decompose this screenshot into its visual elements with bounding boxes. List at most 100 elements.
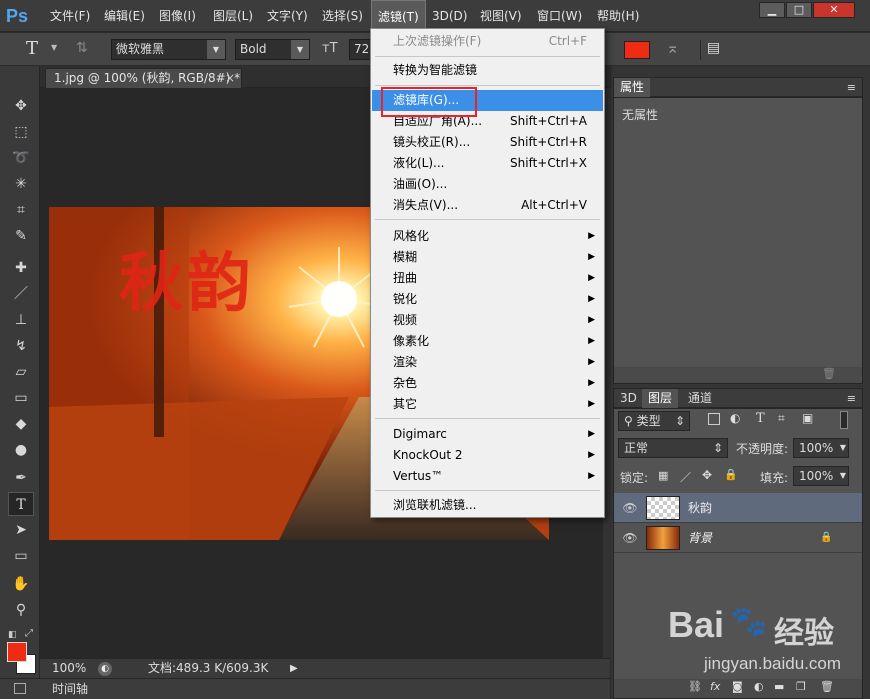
layer-name[interactable]: 秋韵 [688, 493, 712, 523]
close-tab-icon[interactable]: × [225, 69, 235, 88]
blend-mode-value: 正常 [624, 441, 649, 455]
panel-menu-icon[interactable]: ≡ [847, 78, 856, 97]
trash-icon[interactable]: 🗑 [822, 367, 836, 380]
filter-shape-icon[interactable]: ⌗ [778, 411, 785, 426]
type-tool-icon[interactable]: T [8, 492, 34, 516]
menu-item-blur[interactable]: 模糊 ▶ [372, 247, 603, 268]
minimize-button[interactable]: ▁ [759, 2, 785, 18]
timeline-tab[interactable]: 时间轴 [52, 679, 88, 699]
eraser-tool-icon[interactable]: ▱ [8, 360, 34, 384]
close-window-button[interactable]: ✕ [813, 2, 855, 18]
marquee-tool-icon[interactable]: ⬚ [8, 120, 34, 144]
menu-type[interactable]: 文字(Y) [267, 0, 308, 32]
filter-adjustment-icon[interactable]: ◐ [730, 411, 740, 425]
menu-item-last-filter[interactable]: 上次滤镜操作(F) Ctrl+F [372, 31, 603, 52]
lock-transparent-icon[interactable]: ▦ [658, 469, 668, 482]
foreground-color-swatch[interactable] [7, 642, 27, 662]
blend-mode-select[interactable]: 正常 ⇕ [618, 438, 728, 458]
visibility-eye-icon[interactable]: 👁 [622, 523, 638, 553]
dodge-tool-icon[interactable]: ● [8, 438, 34, 462]
menu-item-vertus[interactable]: Vertus™ ▶ [372, 466, 603, 487]
menu-layer[interactable]: 图层(L) [213, 0, 253, 32]
menu-item-pixelate[interactable]: 像素化 ▶ [372, 331, 603, 352]
warp-text-icon[interactable]: ⌅ [666, 38, 679, 57]
visibility-eye-icon[interactable]: 👁 [622, 493, 638, 523]
layer-row-text[interactable]: 👁 秋韵 [614, 493, 862, 523]
menu-item-render[interactable]: 渲染 ▶ [372, 352, 603, 373]
menu-item-noise[interactable]: 杂色 ▶ [372, 373, 603, 394]
menu-item-other[interactable]: 其它 ▶ [372, 394, 603, 415]
filter-smart-object-icon[interactable]: ▣ [802, 411, 813, 425]
tab-layers[interactable]: 图层 [642, 389, 679, 408]
rectangle-tool-icon[interactable]: ▭ [8, 544, 34, 568]
history-brush-tool-icon[interactable]: ↯ [8, 334, 34, 358]
document-tab[interactable]: 1.jpg @ 100% (秋韵, RGB/8#) * × [45, 68, 242, 88]
submenu-arrow-icon: ▶ [588, 399, 595, 409]
healing-brush-tool-icon[interactable]: ✚ [8, 256, 34, 280]
tab-3d[interactable]: 3D [614, 389, 643, 408]
font-style-select[interactable]: Bold ▼ [235, 39, 310, 60]
tab-channels[interactable]: 通道 [682, 389, 718, 408]
menu-file[interactable]: 文件(F) [50, 0, 90, 32]
zoom-level[interactable]: 100% [52, 659, 86, 678]
font-family-select[interactable]: 微软雅黑 ▼ [111, 39, 226, 60]
fill-field[interactable]: 100% ▼ [793, 466, 849, 486]
swap-colors-icon[interactable]: ⤢ [25, 628, 33, 639]
pen-tool-icon[interactable]: ✒ [8, 466, 34, 490]
layer-filter-select[interactable]: ⚲ 类型 ⇕ [618, 411, 690, 431]
lasso-tool-icon[interactable]: ➰ [8, 146, 34, 170]
menu-item-lens-correction[interactable]: 镜头校正(R)... Shift+Ctrl+R [372, 132, 603, 153]
menu-item-label: 浏览联机滤镜... [393, 498, 477, 512]
menu-item-liquify[interactable]: 液化(L)... Shift+Ctrl+X [372, 153, 603, 174]
character-panel-icon[interactable]: ▤ [700, 40, 726, 60]
menu-image[interactable]: 图像(I) [159, 0, 196, 32]
filter-toggle-switch[interactable] [840, 411, 848, 429]
tab-properties[interactable]: 属性 [614, 78, 651, 97]
clone-stamp-tool-icon[interactable]: ⊥ [8, 308, 34, 332]
eyedropper-tool-icon[interactable]: ✎ [8, 224, 34, 248]
timeline-panel-bar[interactable]: 时间轴 [0, 678, 610, 699]
lock-all-icon[interactable]: 🔒 [724, 468, 738, 481]
lock-image-icon[interactable]: ／ [680, 469, 691, 485]
toggle-orientation-icon[interactable]: ⇅ [76, 40, 88, 56]
menu-select[interactable]: 选择(S) [322, 0, 363, 32]
menu-item-label: 模糊 [393, 250, 418, 264]
hand-tool-icon[interactable]: ✋ [8, 572, 34, 596]
text-color-swatch[interactable] [624, 41, 650, 59]
type-tool-icon[interactable]: T [26, 38, 38, 59]
tool-preset-arrow-icon[interactable]: ▼ [51, 43, 57, 52]
layer-row-background[interactable]: 👁 背景 🔒 [614, 523, 862, 553]
menu-item-digimarc[interactable]: Digimarc ▶ [372, 424, 603, 445]
menu-item-label: 液化(L)... [393, 156, 445, 170]
default-colors-icon[interactable]: ◧ [8, 630, 17, 640]
layer-name[interactable]: 背景 [688, 523, 712, 553]
menu-item-distort[interactable]: 扭曲 ▶ [372, 268, 603, 289]
menu-item-video[interactable]: 视频 ▶ [372, 310, 603, 331]
menu-item-convert-smart-filter[interactable]: 转换为智能滤镜 [372, 60, 603, 81]
lock-position-icon[interactable]: ✥ [702, 468, 712, 482]
menu-item-vanishing-point[interactable]: 消失点(V)... Alt+Ctrl+V [372, 195, 603, 216]
blur-tool-icon[interactable]: ◆ [8, 412, 34, 436]
move-tool-icon[interactable]: ✥ [8, 94, 34, 118]
screen-mode-icon[interactable] [14, 683, 26, 694]
crop-tool-icon[interactable]: ⌗ [8, 198, 34, 222]
menu-item-browse-filters-online[interactable]: 浏览联机滤镜... [372, 495, 603, 516]
menu-item-stylize[interactable]: 风格化 ▶ [372, 226, 603, 247]
status-info-icon[interactable]: ◐ [98, 662, 112, 676]
brush-tool-icon[interactable]: ／ [8, 282, 34, 306]
maximize-button[interactable]: □ [786, 2, 812, 18]
path-selection-tool-icon[interactable]: ➤ [8, 518, 34, 542]
font-size-field[interactable]: 72 [349, 39, 371, 60]
menu-item-sharpen[interactable]: 锐化 ▶ [372, 289, 603, 310]
zoom-tool-icon[interactable]: ⚲ [8, 598, 34, 622]
menu-item-knockout[interactable]: KnockOut 2 ▶ [372, 445, 603, 466]
status-menu-arrow-icon[interactable]: ▶ [290, 659, 298, 678]
menu-item-oil-paint[interactable]: 油画(O)... [372, 174, 603, 195]
opacity-field[interactable]: 100% ▼ [793, 438, 849, 458]
panel-menu-icon[interactable]: ≡ [847, 389, 856, 408]
filter-pixel-icon[interactable] [708, 413, 720, 425]
gradient-tool-icon[interactable]: ▭ [8, 386, 34, 410]
filter-type-icon[interactable]: T [756, 411, 765, 426]
menu-edit[interactable]: 编辑(E) [104, 0, 145, 32]
magic-wand-tool-icon[interactable]: ✳ [8, 172, 34, 196]
